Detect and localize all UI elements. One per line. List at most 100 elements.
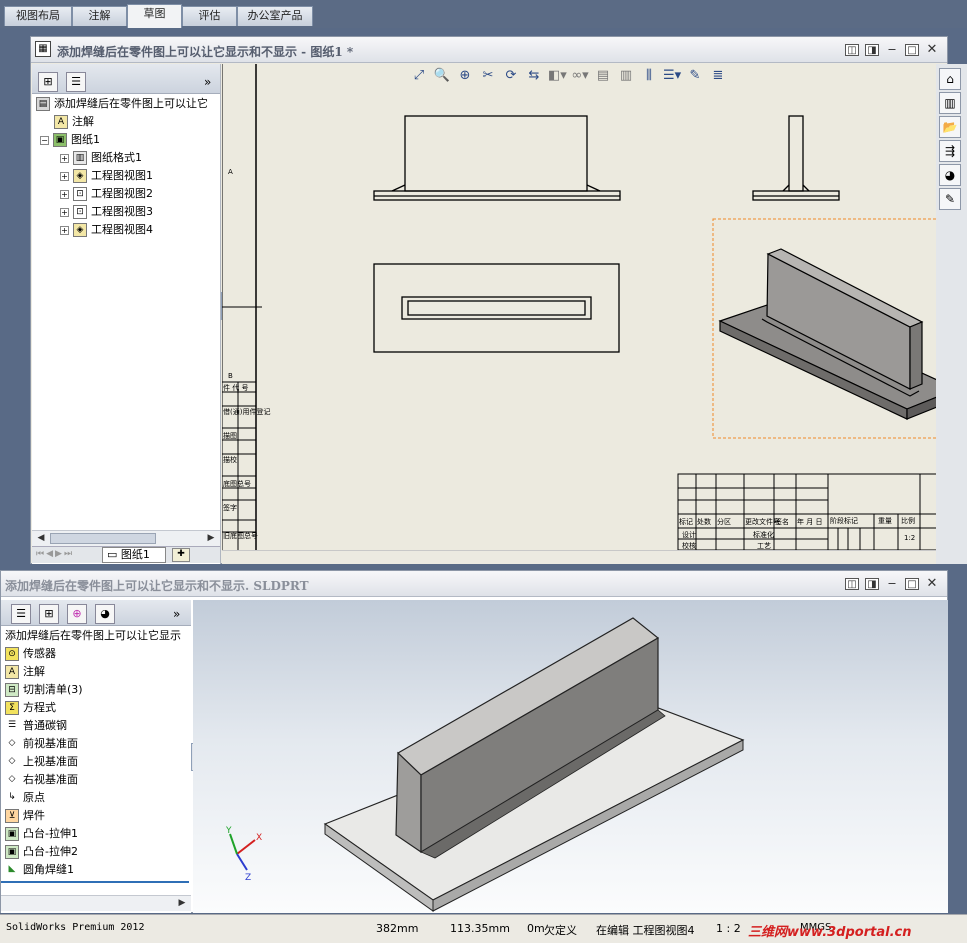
tile-right-icon[interactable]: ◨ xyxy=(865,578,879,590)
sheet-tab-strip: ⏮◀▶⏭ ▭ 图纸1 ✚ xyxy=(32,546,220,563)
expand-icon[interactable]: + xyxy=(60,225,69,235)
extrude-icon: ▣ xyxy=(5,845,19,859)
expand-icon[interactable]: + xyxy=(60,171,69,181)
sensor-icon: ⊙ xyxy=(5,647,19,661)
tree-item-view4[interactable]: + ◈ 工程图视图4 xyxy=(60,221,153,239)
drawing-tree-scrollbar[interactable]: ◀ ▶ xyxy=(32,530,220,546)
sheet-tab[interactable]: ▭ 图纸1 xyxy=(102,547,166,563)
tab-view-layout[interactable]: 视图布局 xyxy=(4,6,72,26)
part-tree-scrollbar[interactable]: ▶ xyxy=(1,895,191,911)
svg-text:借(通)用件登记: 借(通)用件登记 xyxy=(223,407,270,416)
triad-y-label: Y xyxy=(225,826,232,836)
task-pane: ⌂ ▥ 📂 ⇶ ◕ ✎ xyxy=(936,64,967,564)
graphics-area[interactable]: X Y Z xyxy=(193,600,948,913)
drawing-icon: ▤ xyxy=(36,97,50,111)
feature-manager-tab-icon[interactable]: ⊞ xyxy=(38,72,58,92)
svg-text:年 月 日: 年 月 日 xyxy=(797,517,822,526)
tab-sketch[interactable]: 草图 xyxy=(127,4,182,28)
expand-icon[interactable]: + xyxy=(60,153,69,163)
part-titlebar: 添加焊缝后在零件图上可以让它显示和不显示. SLDPRT ◫ ◨ ‒ □ ✕ xyxy=(1,571,947,597)
rollback-bar[interactable] xyxy=(1,881,189,883)
tree-item-annotations[interactable]: A 注解 xyxy=(54,113,94,131)
scroll-left-icon[interactable]: ◀ xyxy=(34,532,48,545)
design-library-icon[interactable]: ▥ xyxy=(939,92,961,114)
display-manager-tab-icon[interactable]: ◕ xyxy=(95,604,115,624)
status-scale: 1 : 2 xyxy=(716,922,741,935)
tree-item-boss-extrude1[interactable]: ▣ 凸台-拉伸1 xyxy=(5,825,78,843)
tree-item-sheet1[interactable]: − ▣ 图纸1 xyxy=(40,131,100,149)
tree-item-view2[interactable]: + ⊡ 工程图视图2 xyxy=(60,185,153,203)
status-x-coordinate: 382mm xyxy=(376,922,419,935)
configuration-tab-icon[interactable]: ⊞ xyxy=(39,604,59,624)
tile-right-icon[interactable]: ◨ xyxy=(865,44,879,56)
tree-item-view1[interactable]: + ◈ 工程图视图1 xyxy=(60,167,153,185)
tree-item-sheet-format[interactable]: + ▥ 图纸格式1 xyxy=(60,149,142,167)
drawing-title: 添加焊缝后在零件图上可以让它显示和不显示 - 图纸1 * xyxy=(57,45,354,59)
close-icon[interactable]: ✕ xyxy=(925,43,939,56)
top-view[interactable] xyxy=(373,263,620,353)
appearances-icon[interactable]: ◕ xyxy=(939,164,961,186)
status-y-coordinate: 113.35mm xyxy=(450,922,510,935)
custom-properties-icon[interactable]: ✎ xyxy=(939,188,961,210)
tree-item-weldment[interactable]: ⊻ 焊件 xyxy=(5,807,45,825)
tree-item-fillet-bead1[interactable]: ◣ 圆角焊缝1 xyxy=(5,861,74,879)
svg-text:标准化: 标准化 xyxy=(753,530,774,539)
tab-annotation[interactable]: 注解 xyxy=(72,6,127,26)
tree-item-boss-extrude2[interactable]: ▣ 凸台-拉伸2 xyxy=(5,843,78,861)
collapse-icon[interactable]: − xyxy=(40,135,49,145)
fillet-bead-icon: ◣ xyxy=(5,863,19,877)
add-sheet-icon[interactable]: ✚ xyxy=(172,548,190,562)
tree-item-equations[interactable]: Σ 方程式 xyxy=(5,699,56,717)
svg-text:签名: 签名 xyxy=(775,517,789,526)
maximize-icon[interactable]: □ xyxy=(905,44,919,56)
zone-letter-a: A xyxy=(228,168,233,176)
svg-text:重量: 重量 xyxy=(878,517,892,525)
sheet-nav-icons[interactable]: ⏮◀▶⏭ xyxy=(36,549,74,559)
expand-chevron-icon[interactable]: » xyxy=(173,607,180,621)
part-feature-tree: ☰ ⊞ ⊕ ◕ » 添加焊缝后在零件图上可以让它显示 ⊙ 传感器 A 注解 ⊟ 切割清… xyxy=(1,600,191,913)
property-manager-tab-icon[interactable]: ☰ xyxy=(66,72,86,92)
svg-text:描图: 描图 xyxy=(223,431,237,440)
isometric-view[interactable] xyxy=(718,248,947,420)
tree-item-view3[interactable]: + ⊡ 工程图视图3 xyxy=(60,203,153,221)
tree-item-origin[interactable]: ↳ 原点 xyxy=(5,789,45,807)
scroll-right-icon[interactable]: ▶ xyxy=(204,532,218,545)
tree-item-cut-list[interactable]: ⊟ 切割清单(3) xyxy=(5,681,83,699)
tree-item-top-plane[interactable]: ◇ 上视基准面 xyxy=(5,753,78,771)
close-icon[interactable]: ✕ xyxy=(925,577,939,590)
side-view[interactable] xyxy=(752,115,840,201)
tab-evaluate[interactable]: 评估 xyxy=(182,6,237,26)
tile-left-icon[interactable]: ◫ xyxy=(845,578,859,590)
view-palette-icon[interactable]: ⇶ xyxy=(939,140,961,162)
property-manager-tab-icon[interactable]: ☰ xyxy=(11,604,31,624)
drawing-tree-root[interactable]: ▤ 添加焊缝后在零件图上可以让它 xyxy=(36,95,208,113)
file-explorer-icon[interactable]: 📂 xyxy=(939,116,961,138)
tree-item-material[interactable]: ☰ 普通碳钢 xyxy=(5,717,67,735)
tree-item-annotations[interactable]: A 注解 xyxy=(5,663,45,681)
front-view[interactable] xyxy=(373,115,621,201)
triad-z-label: Z xyxy=(245,873,251,883)
tile-left-icon[interactable]: ◫ xyxy=(845,44,859,56)
dimxpert-tab-icon[interactable]: ⊕ xyxy=(67,604,87,624)
minimize-icon[interactable]: ‒ xyxy=(885,43,899,56)
tab-office-products[interactable]: 办公室产品 xyxy=(237,6,313,26)
expand-chevron-icon[interactable]: » xyxy=(204,75,211,89)
minimize-icon[interactable]: ‒ xyxy=(885,577,899,590)
home-icon[interactable]: ⌂ xyxy=(939,68,961,90)
view-icon: ◈ xyxy=(73,223,87,237)
part-tree-root[interactable]: 添加焊缝后在零件图上可以让它显示 xyxy=(5,627,181,645)
maximize-icon[interactable]: □ xyxy=(905,578,919,590)
plane-icon: ◇ xyxy=(5,773,19,787)
tree-item-front-plane[interactable]: ◇ 前视基准面 xyxy=(5,735,78,753)
scroll-right-icon[interactable]: ▶ xyxy=(175,897,189,910)
tree-item-sensors[interactable]: ⊙ 传感器 xyxy=(5,645,56,663)
svg-text:旧底图总号: 旧底图总号 xyxy=(223,531,258,540)
expand-icon[interactable]: + xyxy=(60,207,69,217)
expand-icon[interactable]: + xyxy=(60,189,69,199)
drawing-sheet: ⤢ 🔍 ⊕ ✂ ⟳ ⇆ ◧▾ ∞▾ ▤ ▥ ⫼ ☰▾ ✎ ≣ A B 件 代 号 借(通)用件登记 xyxy=(222,64,947,550)
svg-text:处数: 处数 xyxy=(697,517,711,526)
command-manager-tabs: 视图布局 注解 草图 评估 办公室产品 xyxy=(0,0,967,28)
scroll-thumb[interactable] xyxy=(50,533,156,544)
tree-item-right-plane[interactable]: ◇ 右视基准面 xyxy=(5,771,78,789)
plane-icon: ◇ xyxy=(5,755,19,769)
